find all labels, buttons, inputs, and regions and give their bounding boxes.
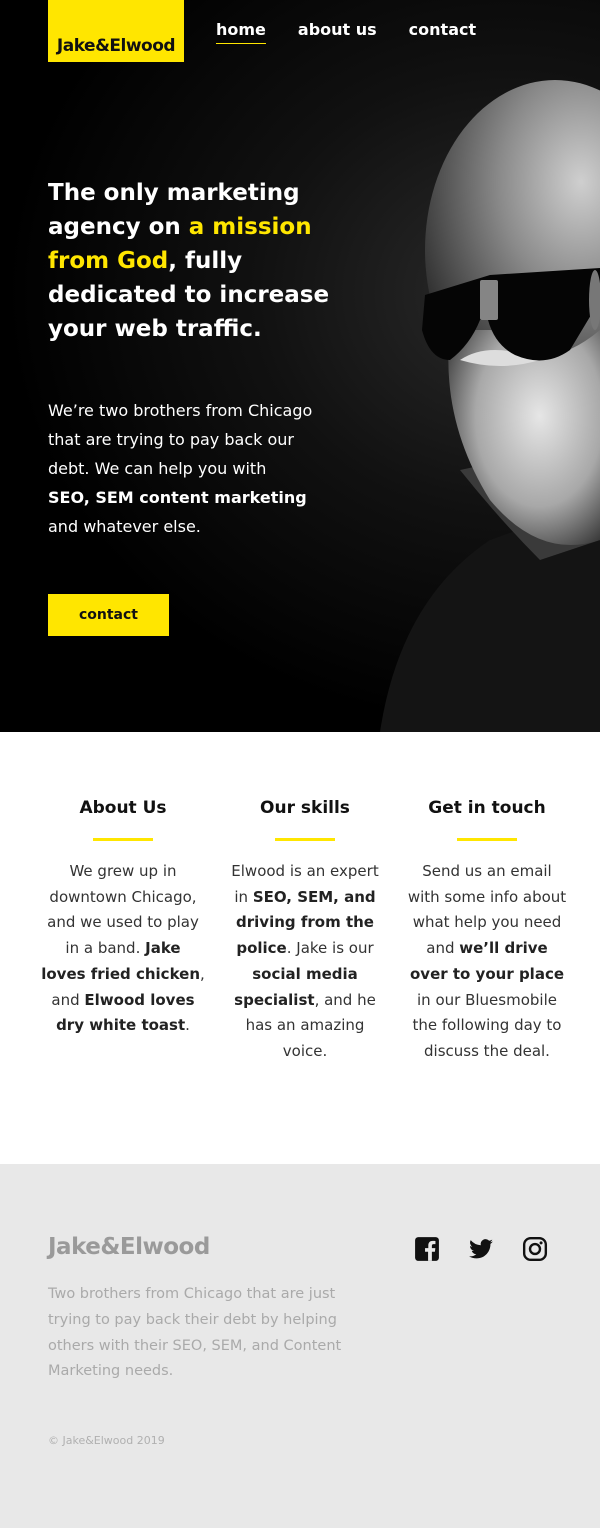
hero-headline: The only marketing agency on a mission f… [48,176,338,346]
our-skills-underline [275,838,335,841]
main-nav: home about us contact [216,20,476,44]
touch-text-2: in our Bluesmobile the following day to … [412,990,562,1060]
features-section: About Us We grew up in downtown Chicago,… [0,732,600,1164]
nav-link-home[interactable]: home [216,20,266,44]
about-us-column: About Us We grew up in downtown Chicago,… [41,798,205,1039]
get-in-touch-title: Get in touch [428,798,546,818]
brand-logo-text: Jake&Elwood [56,36,176,56]
instagram-icon[interactable] [522,1236,548,1262]
hero-portrait-image [380,80,600,732]
about-us-text: We grew up in downtown Chicago, and we u… [41,859,205,1039]
brand-logo[interactable]: Jake&Elwood [48,0,184,62]
our-skills-text: Elwood is an expert in SEO, SEM, and dri… [223,859,387,1065]
site-footer: Jake&Elwood Two brothers from Chicago th… [0,1164,600,1528]
footer-description: Two brothers from Chicago that are just … [48,1286,342,1380]
intro-bold: SEO, SEM content marketing [48,488,307,507]
footer-copyright: © Jake&Elwood 2019 [48,1434,165,1447]
get-in-touch-text: Send us an email with some info about wh… [405,859,569,1065]
skills-text-2: . Jake is our [286,939,374,958]
our-skills-title: Our skills [260,798,350,818]
footer-logo[interactable]: Jake&Elwood [48,1234,210,1260]
facebook-icon[interactable] [414,1236,440,1262]
nav-link-contact[interactable]: contact [409,20,476,44]
about-us-title: About Us [79,798,167,818]
contact-button[interactable]: contact [48,594,169,636]
hero-intro: We’re two brothers from Chicago that are… [48,396,313,541]
twitter-icon[interactable] [468,1236,494,1262]
social-links [414,1236,548,1262]
hero-section: Jake&Elwood home about us contact The on… [0,0,600,732]
our-skills-column: Our skills Elwood is an expert in SEO, S… [223,798,387,1065]
get-in-touch-column: Get in touch Send us an email with some … [405,798,569,1065]
about-text-3: . [185,1016,190,1035]
about-us-underline [93,838,153,841]
nav-link-about-us[interactable]: about us [298,20,377,44]
intro-part2: and whatever else. [48,517,201,536]
intro-part1: We’re two brothers from Chicago that are… [48,401,313,478]
get-in-touch-underline [457,838,517,841]
